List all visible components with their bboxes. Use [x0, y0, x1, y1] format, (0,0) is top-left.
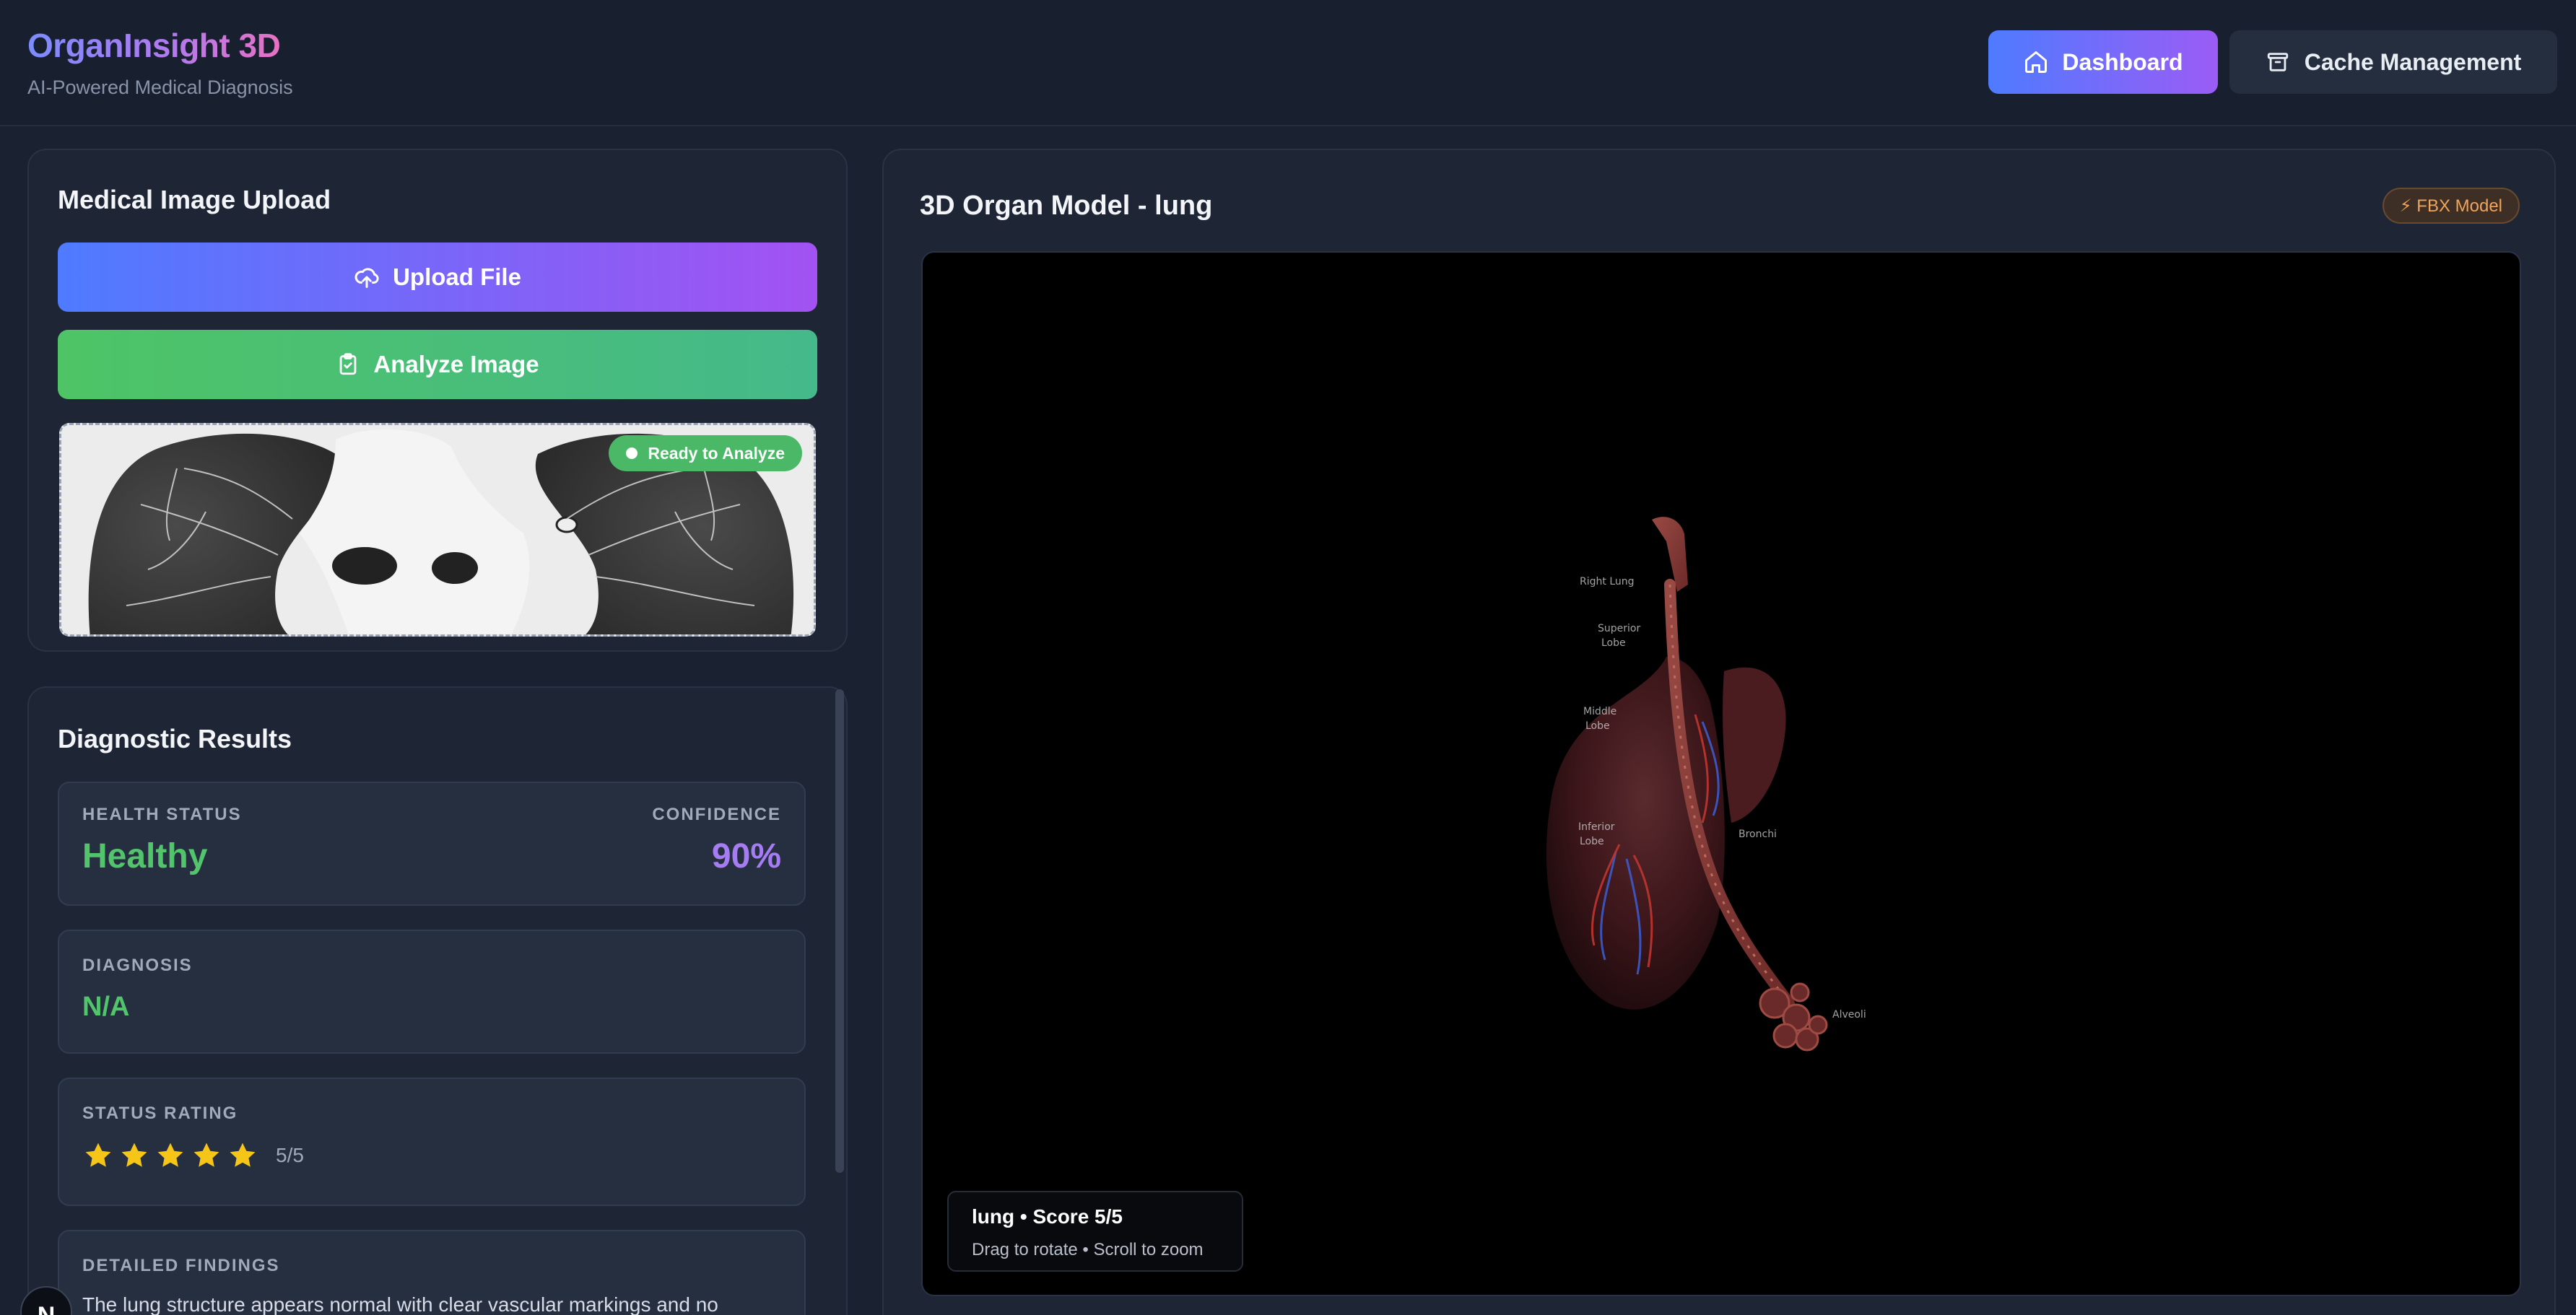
- status-rating-label: STATUS RATING: [82, 1104, 238, 1123]
- archive-icon: [2267, 53, 2288, 71]
- 3d-model-viewer[interactable]: Right Lung Superior Lobe Middle Lobe Infer…: [921, 251, 2521, 1296]
- status-dot-icon: [626, 447, 638, 459]
- star-icon: [157, 1143, 183, 1167]
- diagnosis-value: N/A: [82, 992, 130, 1022]
- home-icon: [2025, 51, 2048, 73]
- app-header: OrganInsight 3D AI-Powered Medical Diagn…: [0, 0, 2576, 126]
- diagnosis-label: DIAGNOSIS: [82, 956, 193, 975]
- results-card-title: Diagnostic Results: [58, 724, 292, 753]
- model-card-title: 3D Organ Model - lung: [920, 191, 1213, 221]
- ready-status-label: Ready to Analyze: [648, 443, 785, 463]
- svg-text:Middle: Middle: [1583, 706, 1616, 717]
- upload-card-title: Medical Image Upload: [58, 185, 331, 214]
- cache-management-label: Cache Management: [2304, 48, 2522, 75]
- detailed-findings-text: The lung structure appears normal with c…: [82, 1293, 718, 1315]
- image-upload-card: Medical Image Upload Upload File Analyze…: [27, 149, 848, 652]
- detailed-findings-label: DETAILED FINDINGS: [82, 1256, 280, 1275]
- clipboard-check-icon: [340, 353, 357, 375]
- organ-model-card: 3D Organ Model - lung ⚡ FBX Model Right …: [882, 149, 2556, 1315]
- star-icon: [121, 1143, 147, 1167]
- dashboard-label: Dashboard: [2062, 48, 2183, 75]
- confidence-label: CONFIDENCE: [652, 805, 781, 824]
- model-info-title: lung • Score 5/5: [972, 1205, 1123, 1228]
- star-icon: [193, 1143, 219, 1167]
- app-title: OrganInsight 3D: [27, 27, 281, 64]
- analyze-image-label: Analyze Image: [373, 351, 539, 377]
- dashboard-button[interactable]: Dashboard: [1988, 30, 2218, 94]
- fbx-model-badge: ⚡ FBX Model: [2382, 188, 2520, 224]
- svg-text:Right Lung: Right Lung: [1580, 576, 1635, 587]
- cache-management-button[interactable]: Cache Management: [2229, 30, 2557, 94]
- lung-3d-model: Right Lung Superior Lobe Middle Lobe Infer…: [1546, 517, 1866, 1052]
- analyze-image-button[interactable]: Analyze Image: [58, 330, 817, 399]
- svg-text:Lobe: Lobe: [1585, 720, 1610, 732]
- health-status-value: Healthy: [82, 837, 208, 875]
- svg-text:Lobe: Lobe: [1580, 836, 1604, 847]
- detailed-findings-box: DETAILED FINDINGS The lung structure app…: [58, 1230, 806, 1315]
- diagnosis-box: DIAGNOSIS N/A: [58, 930, 806, 1054]
- ct-scan-preview[interactable]: Ready to Analyze: [59, 423, 816, 637]
- status-rating-box: STATUS RATING 5/5: [58, 1078, 806, 1206]
- results-scrollbar[interactable]: [835, 689, 844, 1173]
- rating-text: 5/5: [276, 1144, 304, 1166]
- svg-text:Inferior: Inferior: [1578, 821, 1615, 833]
- upload-file-label: Upload File: [393, 263, 521, 290]
- ready-status-badge: Ready to Analyze: [609, 435, 802, 471]
- star-icon: [230, 1143, 256, 1167]
- upload-file-button[interactable]: Upload File: [58, 243, 817, 312]
- app-subtitle: AI-Powered Medical Diagnosis: [27, 77, 293, 98]
- rating-stars: 5/5: [82, 1140, 304, 1171]
- model-info-overlay: lung • Score 5/5 Drag to rotate • Scroll…: [947, 1191, 1243, 1272]
- health-status-label: HEALTH STATUS: [82, 805, 242, 824]
- cloud-upload-icon: [354, 268, 379, 288]
- health-status-box: HEALTH STATUS Healthy CONFIDENCE 90%: [58, 782, 806, 906]
- confidence-value: 90%: [711, 837, 781, 875]
- diagnostic-results-card: Diagnostic Results HEALTH STATUS Healthy…: [27, 686, 848, 1315]
- svg-text:Superior: Superior: [1598, 623, 1640, 634]
- svg-text:Lobe: Lobe: [1601, 637, 1626, 649]
- svg-text:Bronchi: Bronchi: [1739, 829, 1777, 840]
- star-icon: [85, 1143, 111, 1167]
- model-info-hint: Drag to rotate • Scroll to zoom: [972, 1240, 1204, 1259]
- svg-text:Alveoli: Alveoli: [1832, 1009, 1866, 1021]
